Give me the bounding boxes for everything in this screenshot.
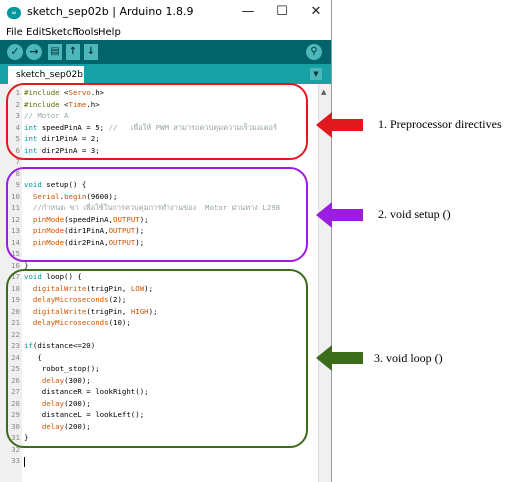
maximize-button[interactable]: ☐ <box>268 2 296 22</box>
tab-bar: sketch_sep02b § ▼ <box>0 64 331 98</box>
green-arrow-icon <box>316 345 363 371</box>
purple-arrow-icon <box>316 202 363 228</box>
arduino-logo-icon: ∞ <box>7 7 21 19</box>
minimize-button[interactable]: — <box>234 2 262 22</box>
save-sketch-icon[interactable]: ↓ <box>84 44 98 60</box>
annotation-loop: 3. void loop () <box>374 351 443 365</box>
line-number: 16 <box>11 260 20 270</box>
menu-edit[interactable]: Edit <box>26 27 45 38</box>
serial-monitor-icon[interactable]: ⚲ <box>306 44 322 60</box>
scroll-up-icon[interactable]: ▲ <box>321 88 326 96</box>
upload-icon[interactable]: → <box>26 44 42 60</box>
setup-highlight-box <box>6 167 308 262</box>
tab-menu-icon[interactable]: ▼ <box>310 68 322 80</box>
menu-bar: File Edit Sketch Tools Help <box>0 26 331 40</box>
window-title: sketch_sep02b | Arduino 1.8.9 <box>27 5 194 18</box>
preprocessor-highlight-box <box>6 83 308 160</box>
annotation-preprocessor: 1. Preprocessor directives <box>378 117 502 131</box>
new-sketch-icon[interactable]: ▤ <box>48 44 62 60</box>
code-line[interactable]: 33 <box>0 455 318 466</box>
red-arrow-icon <box>316 112 363 138</box>
open-sketch-icon[interactable]: ↑ <box>66 44 80 60</box>
toolbar: ✓ → ▤ ↑ ↓ ⚲ <box>0 40 331 64</box>
close-button[interactable]: ✕ <box>302 2 330 22</box>
verify-icon[interactable]: ✓ <box>7 44 23 60</box>
menu-file[interactable]: File <box>6 27 23 38</box>
loop-highlight-box <box>6 269 308 448</box>
menu-tools[interactable]: Tools <box>74 27 99 38</box>
text-cursor <box>24 457 25 467</box>
line-number: 33 <box>11 456 20 465</box>
annotation-setup: 2. void setup () <box>378 207 451 221</box>
menu-help[interactable]: Help <box>98 27 121 38</box>
vertical-scrollbar[interactable]: ▲ <box>318 84 331 482</box>
title-bar: ∞ sketch_sep02b | Arduino 1.8.9 — ☐ ✕ <box>0 0 331 26</box>
tab-sketch[interactable]: sketch_sep02b § <box>8 66 84 98</box>
